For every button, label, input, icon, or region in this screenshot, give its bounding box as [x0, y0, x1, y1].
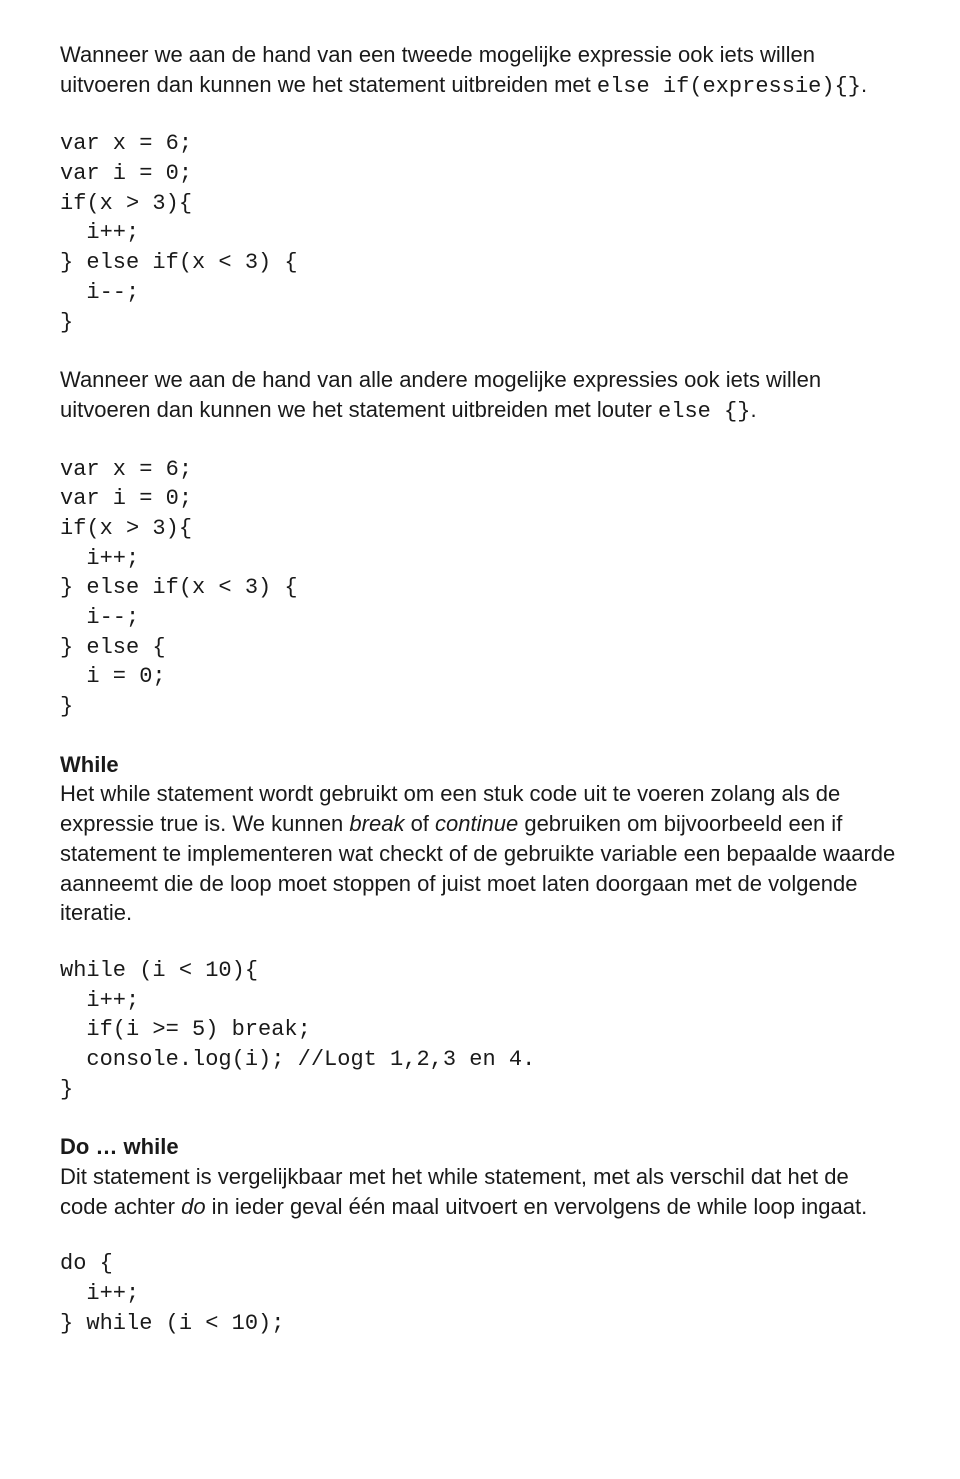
text: .: [861, 72, 867, 97]
italic-continue: continue: [435, 811, 518, 836]
heading-do-while: Do … while: [60, 1134, 179, 1159]
text: in ieder geval één maal uitvoert en verv…: [206, 1194, 868, 1219]
code-block-if-elseif-else: var x = 6; var i = 0; if(x > 3){ i++; } …: [60, 455, 900, 722]
paragraph-else-if: Wanneer we aan de hand van een tweede mo…: [60, 40, 900, 101]
italic-do: do: [181, 1194, 205, 1219]
text: .: [750, 397, 756, 422]
code-block-if-elseif: var x = 6; var i = 0; if(x > 3){ i++; } …: [60, 129, 900, 337]
inline-code: else {}: [658, 399, 750, 424]
text: of: [404, 811, 435, 836]
inline-code: else if(expressie){}: [597, 74, 861, 99]
italic-break: break: [349, 811, 404, 836]
section-while: While Het while statement wordt gebruikt…: [60, 750, 900, 928]
paragraph-else: Wanneer we aan de hand van alle andere m…: [60, 365, 900, 426]
heading-while: While: [60, 752, 119, 777]
section-do-while: Do … while Dit statement is vergelijkbaa…: [60, 1132, 900, 1221]
code-block-do-while: do { i++; } while (i < 10);: [60, 1249, 900, 1338]
code-block-while: while (i < 10){ i++; if(i >= 5) break; c…: [60, 956, 900, 1104]
